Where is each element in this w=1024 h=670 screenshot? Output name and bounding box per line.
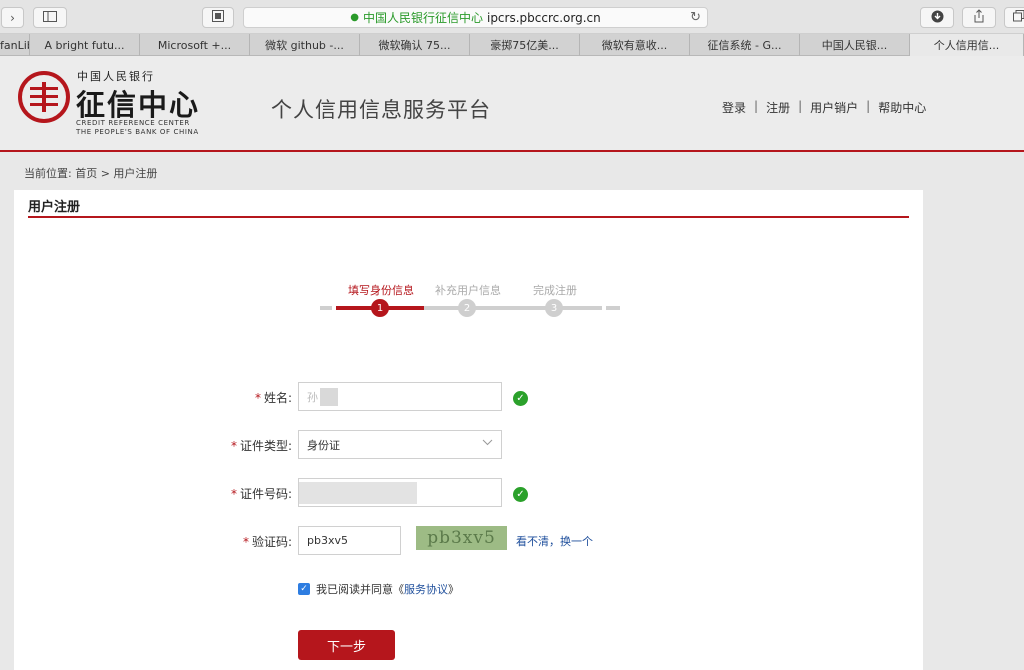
register-link[interactable]: 注册: [766, 99, 790, 116]
tabs-icon: [1013, 10, 1024, 25]
browser-tab[interactable]: 微软有意收...: [580, 34, 690, 56]
id-number-input[interactable]: [298, 478, 502, 507]
title-divider: [28, 216, 909, 218]
page-title: 用户注册: [28, 200, 81, 215]
captcha-value: pb3xv5: [307, 534, 348, 547]
agree-text-prefix: 我已阅读并同意《: [316, 583, 404, 596]
id-type-select[interactable]: 身份证: [298, 430, 502, 459]
login-link[interactable]: 登录: [722, 99, 746, 116]
browser-tab-active[interactable]: 个人信用信...: [910, 34, 1024, 56]
id-type-label: * 证件类型:: [230, 439, 292, 453]
masked-id-number: [299, 481, 417, 504]
help-center-link[interactable]: 帮助中心: [878, 99, 926, 116]
step-dot-2: 2: [458, 299, 476, 317]
step-dot-1: 1: [371, 299, 389, 317]
registration-panel: 用户注册 填写身份信息 补充用户信息 完成注册 1 2 3 * 姓名: 孙 ✓ *…: [14, 190, 923, 670]
browser-tab[interactable]: Microsoft +...: [140, 34, 250, 56]
tab-strip: fanLib A bright futu... Microsoft +... 微…: [0, 34, 1024, 56]
step-label-2: 补充用户信息: [435, 284, 501, 297]
step-label-1: 填写身份信息: [348, 284, 414, 297]
browser-tab[interactable]: 微软 github -...: [250, 34, 360, 56]
reader-button[interactable]: [202, 7, 234, 28]
service-agreement-link[interactable]: 服务协议: [404, 581, 448, 597]
name-label: * 姓名:: [254, 391, 292, 405]
link-separator: |: [754, 99, 759, 113]
lock-icon: ●: [350, 12, 359, 23]
logo-english-line-2: THE PEOPLE'S BANK OF CHINA: [76, 128, 199, 136]
logo-english-line-1: CREDIT REFERENCE CENTER: [76, 119, 190, 127]
tabs-button[interactable]: [1004, 7, 1024, 28]
download-button[interactable]: [920, 7, 954, 28]
url-text: ipcrs.pbccrc.org.cn: [486, 10, 601, 25]
name-valid-icon: ✓: [513, 391, 528, 406]
browser-toolbar: › ● 中国人民银行征信中心 ipcrs.pbccrc.org.cn ↻: [0, 0, 1024, 34]
browser-tab[interactable]: 中国人民银...: [800, 34, 910, 56]
reload-icon[interactable]: ↻: [690, 10, 701, 25]
sidebar-icon: [43, 10, 57, 25]
chevron-down-icon: [482, 438, 493, 449]
browser-tab[interactable]: 豪掷75亿美...: [470, 34, 580, 56]
share-button[interactable]: [962, 7, 996, 28]
id-type-value: 身份证: [307, 438, 340, 452]
next-step-button[interactable]: 下一步: [298, 630, 395, 660]
header-links: 登录 | 注册 | 用户销户 | 帮助中心: [722, 99, 926, 116]
id-number-valid-icon: ✓: [513, 487, 528, 502]
logo-title: 征信中心: [76, 88, 201, 122]
cancel-account-link[interactable]: 用户销户: [810, 99, 858, 116]
registration-stepper: 填写身份信息 补充用户信息 完成注册 1 2 3: [320, 276, 620, 326]
agree-checkbox[interactable]: ✓: [298, 583, 310, 595]
forward-button[interactable]: ›: [1, 7, 24, 28]
track-gap: [332, 304, 336, 312]
captcha-refresh-link[interactable]: 看不清，换一个: [516, 533, 593, 549]
platform-title: 个人信用信息服务平台: [271, 98, 491, 122]
captcha-label: * 验证码:: [242, 535, 292, 549]
step-label-3: 完成注册: [533, 284, 577, 297]
browser-tab[interactable]: fanLib: [0, 34, 30, 56]
link-separator: |: [866, 99, 871, 113]
browser-tab[interactable]: 征信系统 - G...: [690, 34, 800, 56]
download-icon: [931, 10, 944, 26]
agree-text-suffix: 》: [448, 583, 459, 596]
breadcrumb: 当前位置: 首页 > 用户注册: [24, 167, 158, 180]
browser-tab[interactable]: A bright futu...: [30, 34, 140, 56]
site-header: 中国人民银行 征信中心 CREDIT REFERENCE CENTER THE …: [0, 56, 1024, 152]
share-icon: [973, 9, 985, 26]
address-bar[interactable]: ● 中国人民银行征信中心 ipcrs.pbccrc.org.cn ↻: [243, 7, 708, 28]
captcha-image[interactable]: pb3xv5: [416, 526, 507, 550]
agreement-row: ✓ 我已阅读并同意《 服务协议 》: [298, 581, 459, 597]
id-number-label: * 证件号码:: [230, 487, 292, 501]
track-gap: [602, 304, 606, 312]
reader-icon: [212, 10, 224, 25]
credit-center-logo-icon[interactable]: [17, 70, 71, 124]
name-value: 孙: [307, 390, 318, 404]
captcha-input[interactable]: pb3xv5: [298, 526, 401, 555]
step-dot-3: 3: [545, 299, 563, 317]
name-input[interactable]: 孙: [298, 382, 502, 411]
sidebar-toggle-button[interactable]: [33, 7, 67, 28]
site-name: 中国人民银行征信中心: [362, 11, 483, 25]
masked-name: [320, 387, 338, 406]
chevron-right-icon: ›: [10, 10, 15, 25]
link-separator: |: [798, 99, 803, 113]
browser-tab[interactable]: 微软确认 75...: [360, 34, 470, 56]
